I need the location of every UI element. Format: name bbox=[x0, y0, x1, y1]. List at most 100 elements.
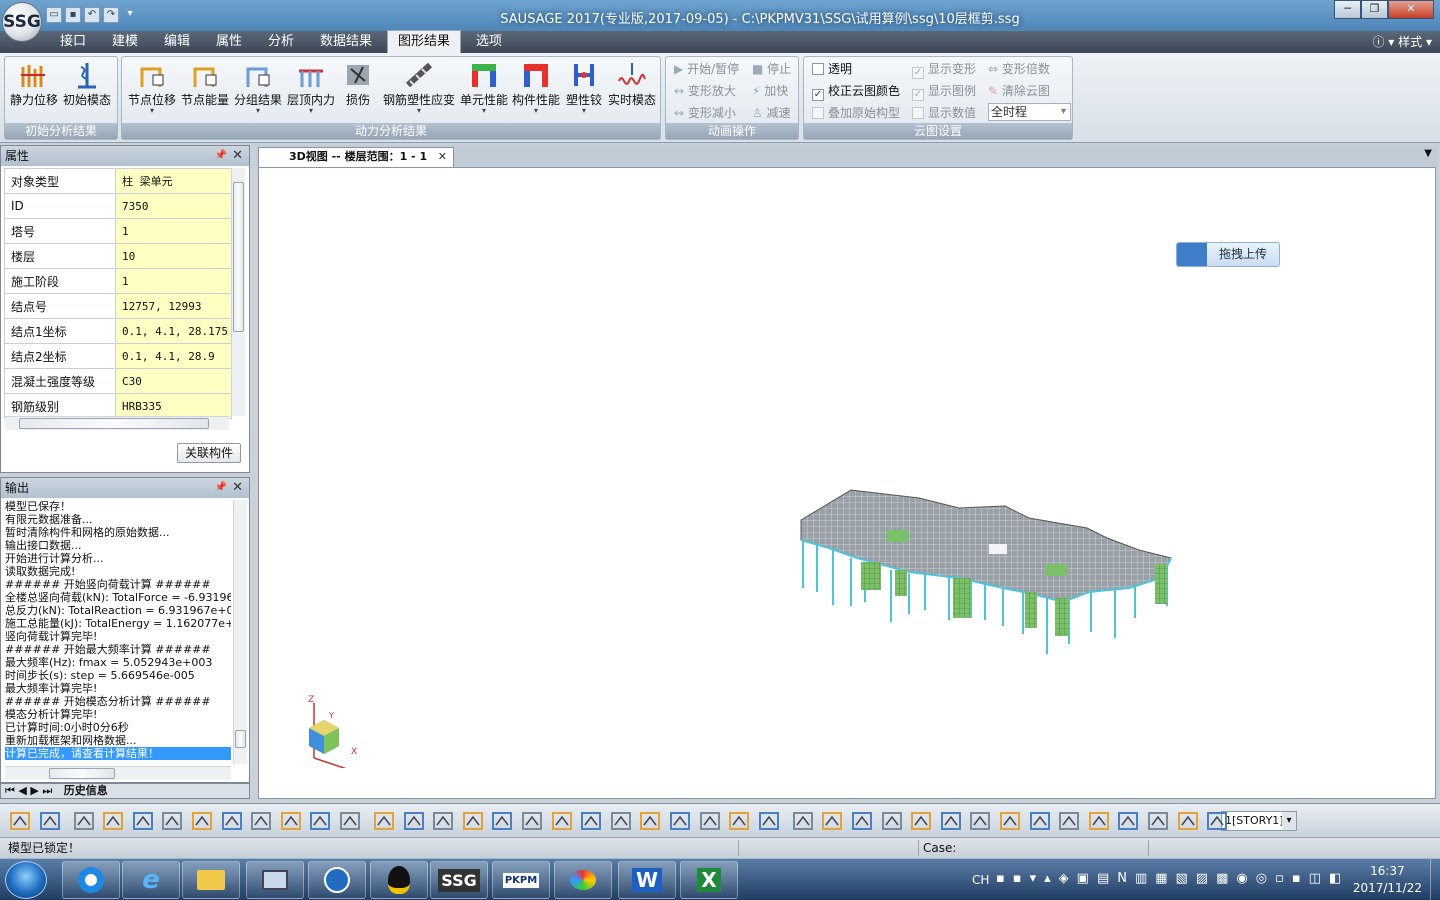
property-row[interactable]: 混凝土强度等级 C30 bbox=[4, 368, 232, 394]
property-row[interactable]: 塔号 1 bbox=[4, 218, 232, 244]
play-pause-button[interactable]: ▶ 开始/暂停 bbox=[674, 60, 739, 78]
toolbar-select-icon[interactable] bbox=[38, 809, 62, 833]
property-value[interactable]: 1 bbox=[115, 268, 232, 294]
last-icon[interactable]: ⏭ bbox=[42, 784, 52, 797]
toolbar-select-all-icon[interactable] bbox=[372, 809, 396, 833]
property-row[interactable]: 对象类型柱 梁单元 bbox=[4, 168, 232, 194]
property-value[interactable]: 0.1, 4.1, 28.9 bbox=[115, 343, 232, 369]
properties-vscrollbar[interactable] bbox=[231, 168, 245, 416]
toolbar-zoom-in-icon[interactable] bbox=[727, 809, 751, 833]
properties-hscrollbar[interactable] bbox=[5, 416, 229, 430]
taskbar-app-word[interactable]: W bbox=[618, 861, 676, 899]
related-members-button[interactable]: 关联构件 bbox=[177, 443, 241, 463]
property-value[interactable]: HRB335 bbox=[115, 393, 232, 419]
app-logo[interactable]: SSG bbox=[2, 2, 42, 42]
element-performance-button[interactable]: 单元性能 ▾ bbox=[458, 61, 510, 115]
toolbar-view-grid-icon[interactable] bbox=[520, 809, 544, 833]
close-button[interactable]: ✕ bbox=[1388, 0, 1434, 19]
toolbar-story-down-icon[interactable] bbox=[1205, 809, 1229, 833]
toolbar-beam-icon[interactable] bbox=[820, 809, 844, 833]
correct-contour-color-checkbox[interactable]: ✓ 校正云图颜色 bbox=[812, 82, 900, 101]
toolbar-view-contrast-icon[interactable] bbox=[638, 809, 662, 833]
pin-icon[interactable]: 📌 bbox=[215, 146, 227, 166]
realtime-mode-button[interactable]: 实时模态 bbox=[606, 61, 658, 107]
toolbar-pick-slab-icon[interactable] bbox=[249, 809, 273, 833]
toolbar-wall-icon[interactable] bbox=[939, 809, 963, 833]
group-results-button[interactable]: 分组结果 ▾ bbox=[232, 61, 284, 115]
toolbar-floors-icon[interactable] bbox=[1116, 809, 1140, 833]
taskbar-app-excel[interactable]: X bbox=[680, 861, 738, 899]
speed-up-button[interactable]: ⚡ 加快 bbox=[752, 82, 788, 100]
toolbar-view-measure-icon[interactable] bbox=[668, 809, 692, 833]
viewport-3d[interactable]: 拖拽上传 Z Y X bbox=[258, 167, 1436, 799]
taskbar-app-ie[interactable]: e bbox=[122, 861, 180, 899]
toolbar-fit-view-icon[interactable] bbox=[698, 809, 722, 833]
prev-icon[interactable]: ◀ bbox=[18, 784, 26, 797]
menu-properties[interactable]: 属性 bbox=[216, 31, 242, 53]
toolbar-column-icon[interactable] bbox=[850, 809, 874, 833]
property-row[interactable]: ID 7350 bbox=[4, 193, 232, 219]
minimize-button[interactable]: ─ bbox=[1334, 0, 1361, 19]
toolbar-door-icon[interactable] bbox=[1028, 809, 1052, 833]
clear-contour-button[interactable]: ✎ 清除云图 bbox=[988, 82, 1050, 100]
transparent-checkbox[interactable]: 透明 bbox=[812, 60, 852, 78]
first-icon[interactable]: ⏮ bbox=[5, 784, 15, 797]
taskbar-app-pkpm[interactable]: PKPM bbox=[492, 861, 550, 899]
tray-icons[interactable]: ▪▪▾▴◈▣▤N▥▦▧▨▩◉◎▫▪◫◧ bbox=[996, 871, 1349, 886]
menu-options[interactable]: 选项 bbox=[476, 31, 502, 53]
menu-data-results[interactable]: 数据结果 bbox=[320, 31, 372, 53]
pin-icon[interactable]: 📌 bbox=[215, 478, 227, 498]
show-values-checkbox[interactable]: 显示数值 bbox=[912, 104, 976, 122]
scroll-thumb[interactable] bbox=[49, 768, 115, 779]
taskbar-app-ssg[interactable]: SSG bbox=[430, 861, 488, 899]
property-value[interactable]: 柱 梁单元 bbox=[115, 168, 232, 194]
scroll-thumb[interactable] bbox=[233, 182, 244, 332]
help-icon[interactable]: ⓘ bbox=[1372, 35, 1384, 49]
property-row[interactable]: 楼层 10 bbox=[4, 243, 232, 269]
toolbar-pick-wall-icon[interactable] bbox=[220, 809, 244, 833]
toolbar-slab-icon[interactable] bbox=[909, 809, 933, 833]
toolbar-node-dots-icon[interactable] bbox=[791, 809, 815, 833]
maximize-button[interactable]: ❐ bbox=[1361, 0, 1388, 19]
menu-interface[interactable]: 接口 bbox=[60, 31, 86, 53]
style-menu[interactable]: ⓘ ▾ 样式 ▾ bbox=[1372, 31, 1432, 53]
node-energy-button[interactable]: 节点能量 bbox=[180, 61, 230, 107]
taskbar-app-browser[interactable] bbox=[62, 861, 120, 899]
taskbar-app-paint[interactable] bbox=[554, 861, 612, 899]
output-vscrollbar[interactable] bbox=[233, 500, 247, 764]
property-value[interactable]: C30 bbox=[115, 368, 232, 394]
taskbar-app-explorer[interactable] bbox=[182, 861, 240, 899]
toolbar-story-up-icon[interactable] bbox=[1176, 809, 1200, 833]
toolbar-zoom-out-icon[interactable] bbox=[757, 809, 781, 833]
overlay-original-checkbox[interactable]: 叠加原始构型 bbox=[812, 104, 900, 122]
toolbar-pick-brace-icon[interactable] bbox=[190, 809, 214, 833]
next-icon[interactable]: ▶ bbox=[30, 784, 38, 797]
save-icon[interactable]: ▪ bbox=[65, 7, 81, 23]
static-displacement-button[interactable]: 静力位移 bbox=[9, 61, 59, 107]
taskbar-app-network[interactable] bbox=[246, 861, 304, 899]
qat-dropdown-icon[interactable]: ▾ bbox=[122, 7, 138, 23]
property-value[interactable]: 1 bbox=[115, 218, 232, 244]
damage-button[interactable]: 损伤 bbox=[338, 61, 378, 107]
amplify-deformation-button[interactable]: ↔ 变形放大 bbox=[674, 82, 736, 100]
toolbar-pick-column-icon[interactable] bbox=[160, 809, 184, 833]
toolbar-view-front-icon[interactable] bbox=[402, 809, 426, 833]
property-value[interactable]: 10 bbox=[115, 243, 232, 269]
toolbar-brace-icon[interactable] bbox=[880, 809, 904, 833]
toolbar-select-box-icon[interactable] bbox=[72, 809, 96, 833]
toolbar-view-iso-icon[interactable] bbox=[490, 809, 514, 833]
member-performance-button[interactable]: 构件性能 ▾ bbox=[510, 61, 562, 115]
story-select[interactable]: 1[STORY1] bbox=[1221, 811, 1297, 831]
toolbar-frame-icon[interactable] bbox=[968, 809, 992, 833]
initial-mode-button[interactable]: 初始模态 bbox=[61, 61, 113, 107]
toolbar-pick-group-icon[interactable] bbox=[279, 809, 303, 833]
menu-analysis[interactable]: 分析 bbox=[268, 31, 294, 53]
scroll-thumb[interactable] bbox=[19, 418, 209, 429]
rebar-strain-button[interactable]: 钢筋塑性应变 ▾ bbox=[380, 61, 458, 115]
plastic-hinge-button[interactable]: 塑性铰 ▾ bbox=[562, 61, 606, 115]
clock[interactable]: 16:37 2017/11/22 bbox=[1353, 863, 1422, 897]
output-hscrollbar[interactable] bbox=[5, 766, 231, 780]
show-desktop-button[interactable] bbox=[1430, 859, 1440, 900]
tab-list-icon[interactable]: ▼ bbox=[1424, 148, 1432, 159]
toolbar-pick-beam-icon[interactable] bbox=[131, 809, 155, 833]
